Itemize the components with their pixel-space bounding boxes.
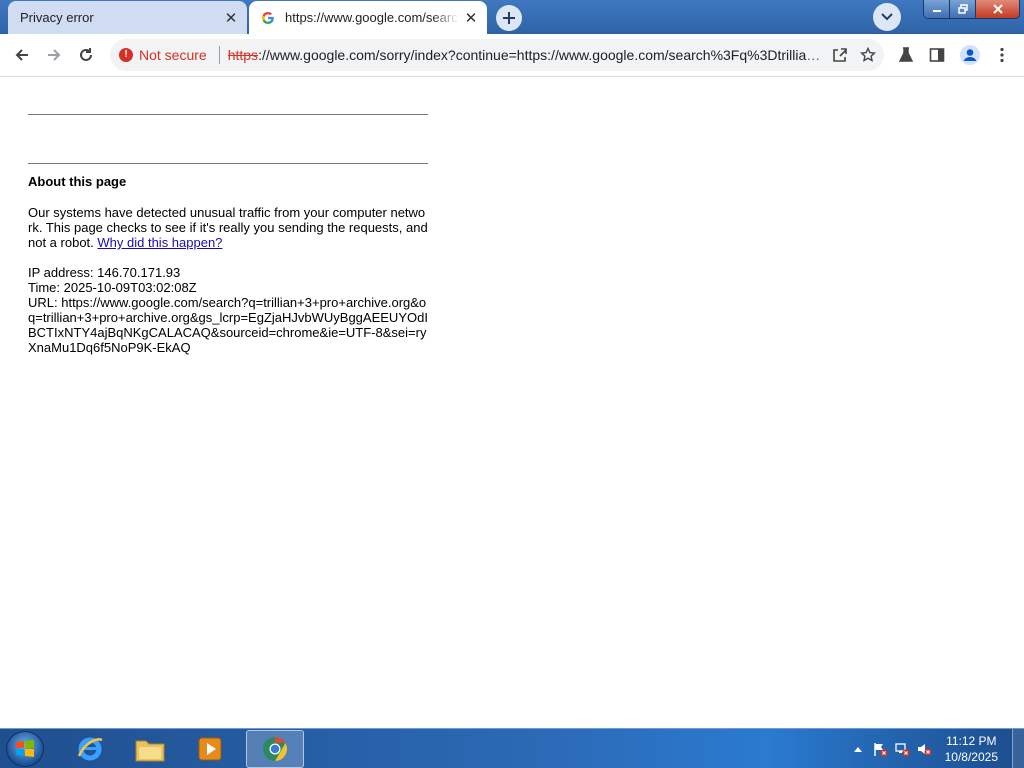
star-icon bbox=[860, 47, 876, 62]
folder-icon bbox=[135, 740, 165, 762]
chrome-icon bbox=[263, 737, 288, 761]
url-scheme: https bbox=[227, 47, 259, 63]
error-icon[interactable]: ! bbox=[119, 48, 133, 62]
page-title: About this page bbox=[28, 174, 127, 189]
taskbar: 11:12 PM 10/8/2025 bbox=[0, 728, 1024, 768]
back-arrow-icon bbox=[15, 49, 28, 61]
about-paragraph: Our systems have detected unusual traffi… bbox=[28, 205, 428, 250]
avatar-icon bbox=[960, 45, 980, 65]
more-vert-icon bbox=[1000, 47, 1004, 63]
profile-button[interactable] bbox=[955, 40, 985, 70]
ip-address: IP address: 146.70.171.93 bbox=[28, 265, 181, 280]
media-player-icon bbox=[198, 737, 222, 761]
start-button[interactable] bbox=[6, 731, 44, 767]
reload-icon bbox=[80, 48, 92, 61]
page-content: About this page Our systems have detecte… bbox=[0, 78, 1024, 728]
share-icon bbox=[833, 48, 847, 62]
internet-explorer-icon bbox=[77, 737, 103, 761]
security-status[interactable]: Not secure bbox=[139, 47, 207, 63]
plus-icon bbox=[503, 12, 515, 24]
browser-toolbar: ! Not secure https://www.google.com/sorr… bbox=[0, 34, 1024, 77]
labs-button[interactable] bbox=[891, 40, 921, 70]
network-error-icon bbox=[894, 743, 910, 757]
why-did-this-happen-link[interactable]: Why did this happen? bbox=[97, 235, 222, 250]
minimize-icon bbox=[932, 10, 941, 12]
reload-button[interactable] bbox=[71, 40, 101, 70]
close-window-button[interactable] bbox=[976, 0, 1019, 18]
taskbar-media-player[interactable] bbox=[182, 730, 238, 768]
share-button[interactable] bbox=[826, 41, 854, 69]
tab-google-search[interactable]: https://www.google.com/search?q=trillian… bbox=[249, 1, 487, 34]
sorry-page: About this page Our systems have detecte… bbox=[28, 78, 428, 355]
divider bbox=[28, 163, 428, 164]
action-center-icon[interactable] bbox=[869, 738, 891, 760]
request-url: URL: https://www.google.com/search?q=tri… bbox=[28, 295, 428, 355]
volume-muted-icon bbox=[917, 744, 932, 756]
taskbar-internet-explorer[interactable] bbox=[62, 730, 118, 768]
minimize-button[interactable] bbox=[924, 0, 950, 18]
volume-icon[interactable] bbox=[913, 738, 935, 760]
tab-title: Privacy error bbox=[20, 10, 94, 25]
bookmark-button[interactable] bbox=[854, 41, 882, 69]
tab-strip: Privacy error ✕ https://www.google.com/s… bbox=[0, 0, 1024, 34]
url-text[interactable]: https://www.google.com/sorry/index?conti… bbox=[228, 47, 822, 63]
clock-time: 11:12 PM bbox=[946, 734, 997, 748]
back-button[interactable] bbox=[7, 40, 37, 70]
close-icon[interactable]: ✕ bbox=[459, 6, 483, 30]
forward-arrow-icon bbox=[48, 49, 61, 61]
new-tab-button[interactable] bbox=[496, 5, 522, 31]
forward-button[interactable] bbox=[39, 40, 69, 70]
windows-logo-icon bbox=[16, 740, 34, 757]
close-icon bbox=[992, 4, 1003, 14]
side-panel-button[interactable] bbox=[922, 40, 952, 70]
address-bar[interactable]: ! Not secure https://www.google.com/sorr… bbox=[110, 39, 884, 71]
tab-privacy-error[interactable]: Privacy error ✕ bbox=[8, 1, 247, 34]
taskbar-file-explorer[interactable] bbox=[122, 730, 178, 768]
taskbar-chrome[interactable] bbox=[246, 730, 304, 768]
divider bbox=[218, 46, 220, 64]
clock-date: 10/8/2025 bbox=[944, 750, 998, 764]
google-icon bbox=[261, 10, 277, 26]
tab-search-button[interactable] bbox=[873, 3, 901, 31]
clock[interactable]: 11:12 PM 10/8/2025 bbox=[945, 733, 998, 765]
chevron-down-icon bbox=[881, 13, 893, 21]
flask-icon bbox=[898, 47, 914, 62]
close-icon[interactable]: ✕ bbox=[219, 6, 243, 30]
about-text: Our systems have detected unusual traffi… bbox=[28, 205, 428, 250]
flag-error-icon bbox=[873, 743, 888, 757]
network-icon[interactable] bbox=[891, 738, 913, 760]
request-info: IP address: 146.70.171.93 Time: 2025-10-… bbox=[28, 265, 428, 355]
restore-button[interactable] bbox=[950, 0, 976, 18]
restore-icon bbox=[957, 4, 968, 14]
chevron-up-icon bbox=[853, 747, 862, 752]
divider bbox=[28, 114, 428, 115]
tab-title: https://www.google.com/search?q=trillian… bbox=[285, 10, 459, 25]
show-desktop-button[interactable] bbox=[1012, 729, 1024, 768]
side-panel-icon bbox=[929, 48, 945, 62]
timestamp: Time: 2025-10-09T03:02:08Z bbox=[28, 280, 197, 295]
url-path: ://www.google.com/sorry/index?continue=h… bbox=[258, 47, 822, 63]
system-tray: 11:12 PM 10/8/2025 bbox=[847, 729, 1024, 768]
show-hidden-icons-button[interactable] bbox=[847, 738, 869, 760]
window-controls bbox=[923, 0, 1020, 19]
menu-button[interactable] bbox=[987, 40, 1017, 70]
